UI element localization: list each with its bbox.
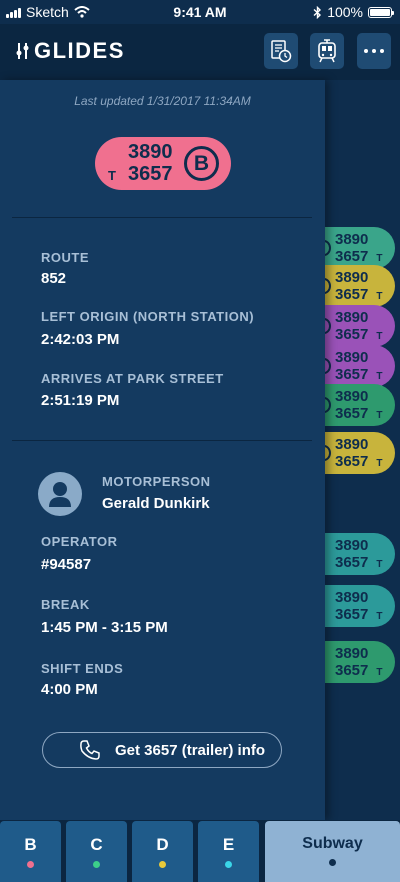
- route-letter-badge: B: [184, 146, 219, 181]
- trailer-mark: T: [108, 168, 116, 183]
- operator-value: #94587: [41, 556, 92, 573]
- motorperson-name: Gerald Dunkirk: [102, 495, 210, 512]
- tab-dot: [27, 861, 34, 868]
- more-options-button[interactable]: [357, 33, 391, 69]
- trailer-car-number: 3657: [128, 163, 173, 185]
- last-updated-text: Last updated 1/31/2017 11:34AM: [74, 94, 251, 108]
- phone-icon: [80, 740, 100, 760]
- divider: [12, 217, 312, 218]
- train-pill[interactable]: 3890 3657 T: [317, 345, 395, 387]
- person-icon: [49, 482, 71, 507]
- train-view-button[interactable]: [310, 33, 344, 69]
- train-pill[interactable]: 3890 3657 T: [325, 585, 395, 627]
- operator-label: OPERATOR: [41, 534, 118, 549]
- tab-e[interactable]: E: [198, 821, 259, 882]
- tab-dot: [93, 861, 100, 868]
- app-screen: Sketch 9:41 AM 100% GLIDES 3890 3657 T 3…: [0, 0, 400, 882]
- line-tab-bar: B C D E Subway: [0, 820, 400, 882]
- train-pill[interactable]: 3890 3657 T: [317, 384, 395, 426]
- train-pill[interactable]: 3890 3657 T: [317, 227, 395, 269]
- train-pill[interactable]: 3890 3657 T: [317, 432, 395, 474]
- shift-ends-value: 4:00 PM: [41, 681, 98, 698]
- trailer-info-label: Get 3657 (trailer) info: [115, 741, 266, 759]
- app-name: GLIDES: [34, 38, 125, 63]
- tab-dot: [329, 859, 336, 866]
- break-value: 1:45 PM - 3:15 PM: [41, 619, 168, 636]
- route-label: ROUTE: [41, 250, 89, 265]
- divider: [12, 440, 312, 441]
- train-detail-panel: Last updated 1/31/2017 11:34AM 3890 T 36…: [0, 80, 325, 820]
- tab-b[interactable]: B: [0, 821, 61, 882]
- tab-dot: [159, 861, 166, 868]
- trailer-info-button[interactable]: Get 3657 (trailer) info: [42, 732, 282, 768]
- tab-c[interactable]: C: [66, 821, 127, 882]
- tab-d[interactable]: D: [132, 821, 193, 882]
- battery-percent: 100%: [327, 4, 363, 20]
- left-origin-label: LEFT ORIGIN (NORTH STATION): [41, 309, 255, 324]
- glides-logo-icon: [16, 43, 29, 59]
- train-pill[interactable]: 3890 3657 T: [317, 305, 395, 347]
- status-right: 100%: [313, 4, 394, 20]
- bluetooth-icon: [313, 5, 322, 19]
- status-bar: Sketch 9:41 AM 100%: [0, 0, 400, 24]
- schedule-report-button[interactable]: [264, 33, 298, 69]
- left-origin-value: 2:42:03 PM: [41, 331, 120, 348]
- arrives-label: ARRIVES AT PARK STREET: [41, 371, 224, 386]
- break-label: BREAK: [41, 597, 90, 612]
- train-pill[interactable]: 3890 3657 T: [325, 533, 395, 575]
- train-pill[interactable]: 3890 3657 T: [325, 641, 395, 683]
- train-pill[interactable]: 3890 3657 T: [317, 265, 395, 307]
- battery-icon: [368, 6, 394, 18]
- tab-dot: [225, 861, 232, 868]
- lead-car-number: 3890: [128, 141, 173, 163]
- train-badge: 3890 T 3657 B: [95, 137, 231, 190]
- motorperson-label: MOTORPERSON: [102, 474, 211, 489]
- app-header: GLIDES: [0, 24, 400, 80]
- trolley-icon: [318, 39, 336, 63]
- arrives-value: 2:51:19 PM: [41, 392, 120, 409]
- schedule-report-icon: [271, 40, 292, 63]
- app-logo: GLIDES: [16, 38, 125, 64]
- avatar: [38, 472, 82, 516]
- tab-subway[interactable]: Subway: [265, 821, 400, 882]
- more-icon: [364, 49, 384, 53]
- train-list: 3890 3657 T 3890 3657 T 3890 3657 T 3890 36…: [317, 80, 400, 820]
- route-value: 852: [41, 270, 67, 287]
- shift-ends-label: SHIFT ENDS: [41, 661, 124, 676]
